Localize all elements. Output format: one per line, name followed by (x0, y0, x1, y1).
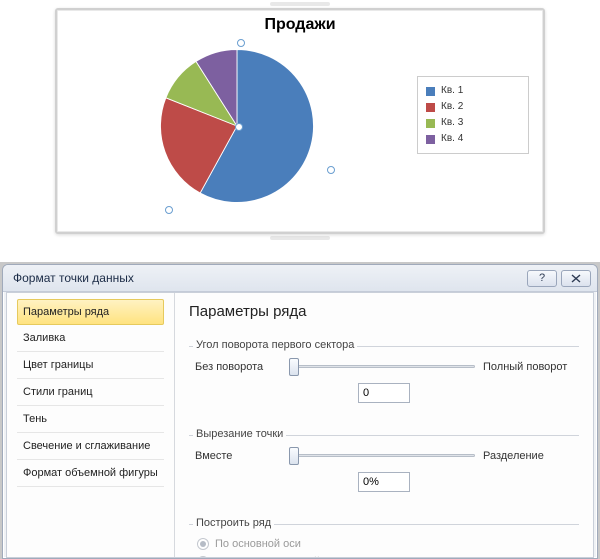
radio-icon (197, 538, 209, 550)
explosion-group: Вырезание точки Вместе Разделение (189, 417, 579, 498)
legend-item[interactable]: Кв. 4 (426, 131, 520, 147)
radio-icon (197, 556, 209, 557)
dialog-body: Параметры рядаЗаливкаЦвет границыСтили г… (6, 292, 594, 558)
legend-label: Кв. 4 (441, 131, 463, 147)
group-label: Угол поворота первого сектора (193, 339, 357, 351)
frame-handle[interactable] (270, 2, 330, 6)
slider-max-label: Полный поворот (483, 361, 573, 373)
dialog-titlebar[interactable]: Формат точки данных ? (3, 265, 597, 292)
legend-swatch (426, 119, 435, 128)
help-button[interactable]: ? (527, 270, 557, 287)
chart-body: Кв. 1Кв. 2Кв. 3Кв. 4 (57, 36, 543, 224)
dialog-title: Формат точки данных (13, 271, 523, 285)
sidebar-item[interactable]: Стили границ (17, 379, 164, 406)
radio-label: По вспомогательной оси (215, 556, 341, 557)
sidebar-item[interactable]: Тень (17, 406, 164, 433)
explosion-slider[interactable] (289, 446, 475, 466)
dialog-sidebar: Параметры рядаЗаливкаЦвет границыСтили г… (7, 293, 175, 557)
axis-group: Построить ряд По основной оси По вспомог… (189, 506, 579, 557)
rotation-input[interactable] (358, 383, 410, 403)
legend-swatch (426, 103, 435, 112)
group-label: Построить ряд (193, 517, 274, 529)
rotation-group: Угол поворота первого сектора Без поворо… (189, 328, 579, 409)
legend-item[interactable]: Кв. 3 (426, 115, 520, 131)
chart-frame[interactable]: Продажи Кв. 1Кв. 2Кв. 3Кв. 4 (55, 8, 545, 234)
legend-label: Кв. 1 (441, 83, 463, 99)
legend-item[interactable]: Кв. 2 (426, 99, 520, 115)
sidebar-item[interactable]: Заливка (17, 325, 164, 352)
slider-min-label: Без поворота (195, 361, 281, 373)
close-icon (571, 274, 581, 283)
sidebar-item[interactable]: Свечение и сглаживание (17, 433, 164, 460)
explosion-input[interactable] (358, 472, 410, 492)
slider-max-label: Разделение (483, 450, 573, 462)
selection-handle[interactable] (327, 166, 335, 174)
frame-handle[interactable] (270, 236, 330, 240)
legend-item[interactable]: Кв. 1 (426, 83, 520, 99)
pie-chart[interactable] (57, 36, 417, 224)
selection-handle[interactable] (235, 123, 243, 131)
series-options-panel: Параметры ряда Угол поворота первого сек… (175, 293, 593, 557)
legend-label: Кв. 3 (441, 115, 463, 131)
document-canvas: Продажи Кв. 1Кв. 2Кв. 3Кв. 4 (0, 0, 600, 262)
chart-title: Продажи (57, 10, 543, 36)
selection-handle[interactable] (237, 39, 245, 47)
sidebar-item[interactable]: Формат объемной фигуры (17, 460, 164, 487)
group-label: Вырезание точки (193, 428, 286, 440)
panel-heading: Параметры ряда (189, 303, 579, 320)
radio-primary-axis: По основной оси (195, 535, 573, 553)
format-data-point-dialog: Формат точки данных ? Параметры рядаЗали… (2, 264, 598, 559)
rotation-slider[interactable] (289, 357, 475, 377)
close-button[interactable] (561, 270, 591, 287)
sidebar-item[interactable]: Параметры ряда (17, 299, 164, 325)
sidebar-item[interactable]: Цвет границы (17, 352, 164, 379)
radio-label: По основной оси (215, 538, 301, 550)
selection-handle[interactable] (165, 206, 173, 214)
legend-swatch (426, 87, 435, 96)
radio-secondary-axis: По вспомогательной оси (195, 553, 573, 557)
slider-min-label: Вместе (195, 450, 281, 462)
legend-label: Кв. 2 (441, 99, 463, 115)
legend-swatch (426, 135, 435, 144)
chart-legend[interactable]: Кв. 1Кв. 2Кв. 3Кв. 4 (417, 76, 529, 154)
